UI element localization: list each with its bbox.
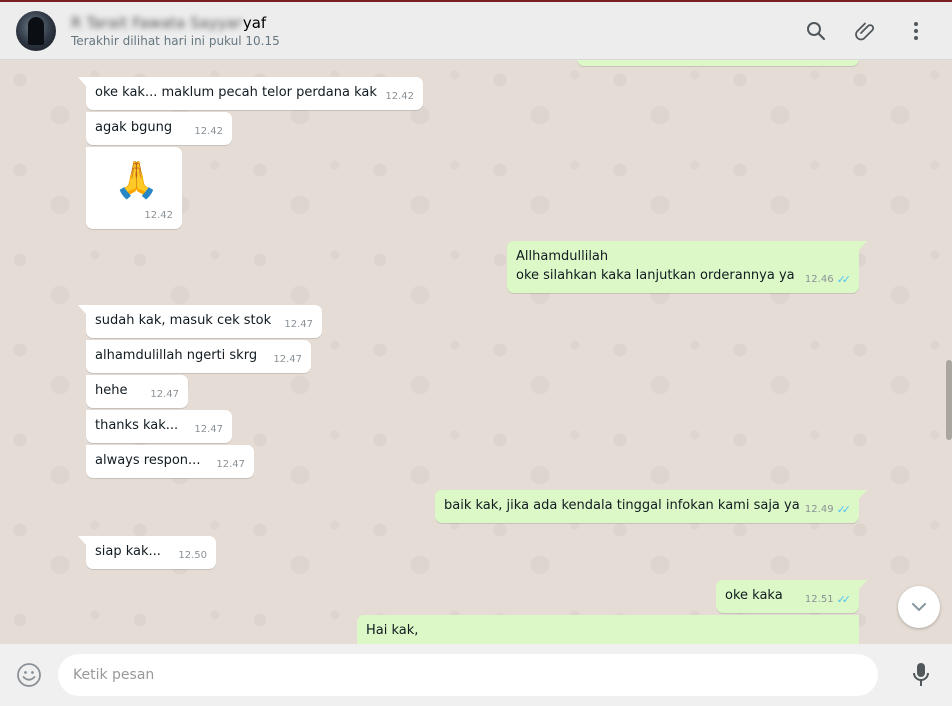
message-input[interactable] [73,667,863,683]
message-meta: 12.46 ✓✓ [804,270,852,289]
message-incoming[interactable]: hehe 12.47 [86,375,188,408]
message-text-line2: oke silahkan kaka lanjutkan orderannya y… [516,268,795,283]
message-text: Hai kak, [366,623,419,638]
message-meta: 12.51 ✓✓ [804,590,852,609]
message-input-wrapper [58,654,878,696]
chevron-down-icon [912,603,926,612]
message-text: alhamdulillah ngerti skrg [95,348,258,363]
message-time: 12.47 [273,354,302,365]
message-time: 12.46 [804,274,834,285]
message-time: 12.47 [216,459,245,470]
message-incoming[interactable]: always respon... 12.47 [86,445,254,478]
message-text: siap kak... [95,544,161,559]
message-composer [0,644,952,706]
chat-scrollbar[interactable] [946,360,952,440]
emoji-icon[interactable] [16,662,42,688]
message-partial-top [577,60,859,66]
message-incoming-emoji[interactable]: 🙏 12.42 [86,147,182,229]
message-outgoing[interactable]: Allhamdullilah oke silahkan kaka lanjutk… [507,241,867,293]
message-text: baik kak, jika ada kendala tinggal infok… [444,498,800,513]
message-text: oke kaka [725,588,783,603]
contact-name-visible: yaf [242,14,267,32]
scroll-to-bottom-button[interactable] [898,586,940,628]
contact-name-redacted: R Tarait Fawata Sayyar [71,14,242,32]
message-incoming[interactable]: oke kak... maklum pecah telor perdana ka… [78,77,423,110]
message-text: thanks kak... [95,418,179,433]
folded-hands-emoji: 🙏 [114,160,159,201]
message-outgoing[interactable]: baik kak, jika ada kendala tinggal infok… [435,490,867,523]
message-incoming[interactable]: siap kak... 12.50 [78,536,216,569]
message-time: 12.47 [284,319,313,330]
message-text: oke kak... maklum pecah telor perdana ka… [95,85,377,100]
message-outgoing-partial[interactable]: Hai kak, [357,615,859,644]
message-time: 12.51 [804,594,834,605]
read-receipt-icon: ✓✓ [836,503,852,516]
menu-icon[interactable] [904,19,928,43]
microphone-icon[interactable] [912,662,930,688]
header-actions [804,19,928,43]
chat-panel[interactable]: oke kak... maklum pecah telor perdana ka… [0,60,952,644]
contact-avatar[interactable] [16,10,56,51]
message-time: 12.50 [178,550,207,561]
message-time: 12.42 [144,210,173,221]
attach-icon[interactable] [854,19,878,43]
message-time: 12.42 [385,91,414,102]
read-receipt-icon: ✓✓ [836,273,852,286]
message-incoming[interactable]: thanks kak... 12.47 [86,410,232,443]
last-seen-status: Terakhir dilihat hari ini pukul 10.15 [71,34,280,48]
message-time: 12.42 [194,126,223,137]
message-incoming[interactable]: alhamdulillah ngerti skrg 12.47 [86,340,311,373]
search-icon[interactable] [804,19,828,43]
message-meta: 12.49 ✓✓ [804,500,852,519]
message-text: always respon... [95,453,201,468]
message-time: 12.47 [150,389,179,400]
message-text: agak bgung [95,120,173,135]
message-incoming[interactable]: sudah kak, masuk cek stok 12.47 [78,305,322,338]
chat-header: R Tarait Fawata Sayyar yaf Terakhir dilih… [0,0,952,60]
contact-info[interactable]: R Tarait Fawata Sayyar yaf Terakhir dilih… [71,13,280,48]
message-incoming[interactable]: agak bgung 12.42 [86,112,232,145]
contact-name: R Tarait Fawata Sayyar yaf [71,13,280,33]
message-text: hehe [95,383,128,398]
read-receipt-icon: ✓✓ [836,593,852,606]
message-time: 12.49 [804,504,834,515]
message-text-line1: Allhamdullilah [516,249,609,264]
message-outgoing[interactable]: oke kaka 12.51 ✓✓ [716,580,867,613]
message-time: 12.47 [194,424,223,435]
message-text: sudah kak, masuk cek stok [95,313,272,328]
